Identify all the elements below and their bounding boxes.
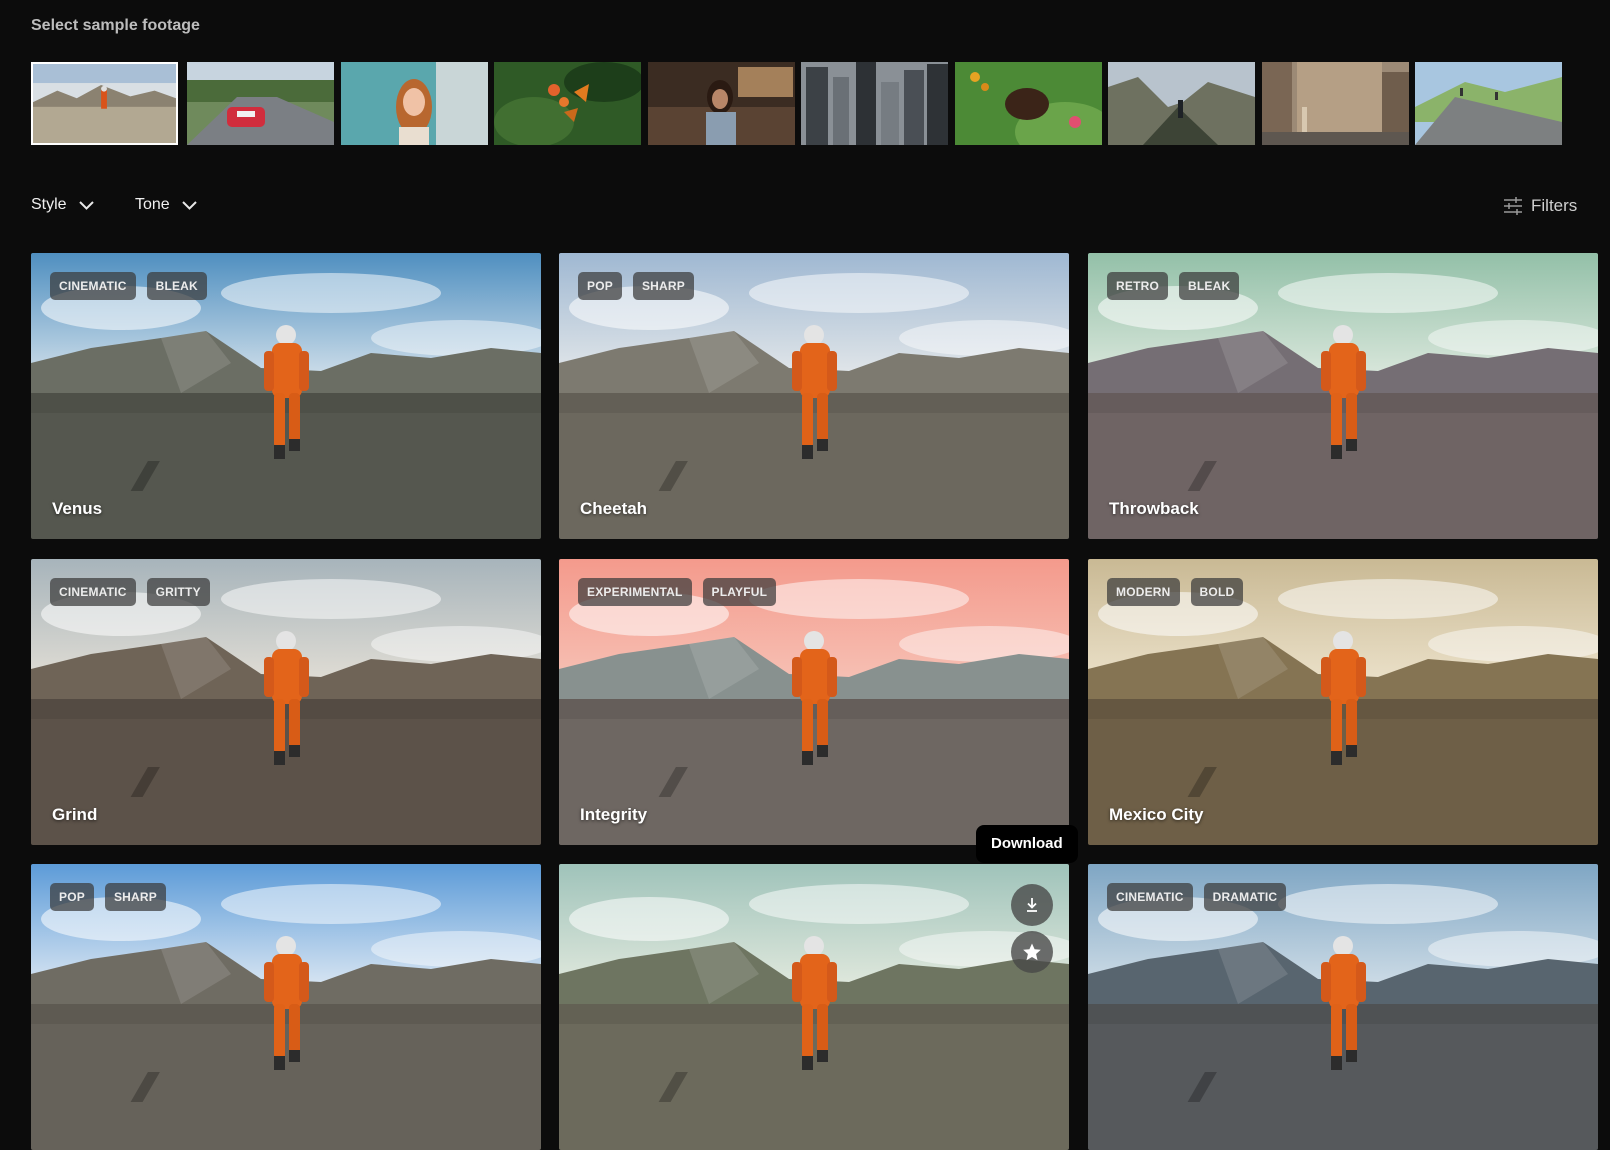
look-preview-image <box>559 864 1069 1150</box>
download-icon <box>1027 898 1037 912</box>
look-tags: RETRO BLEAK <box>1107 272 1240 300</box>
style-tag: POP <box>50 883 94 911</box>
style-tag: PLAYFUL <box>702 578 777 606</box>
footage-thumb-astronaut[interactable] <box>31 62 178 145</box>
look-tags: EXPERIMENTAL PLAYFUL <box>578 578 777 606</box>
footage-thumb-butterfly[interactable] <box>494 62 641 145</box>
style-tag: GRITTY <box>146 578 210 606</box>
download-tooltip: Download <box>976 825 1078 863</box>
look-name: Integrity <box>580 805 648 824</box>
section-title: Select sample footage <box>31 17 200 34</box>
look-card[interactable]: POP SHARP <box>31 864 541 1150</box>
look-tags: CINEMATIC BLEAK <box>50 272 207 300</box>
style-tag: DRAMATIC <box>1203 883 1287 911</box>
style-tag: CINEMATIC <box>50 272 136 300</box>
look-tags: MODERN BOLD <box>1107 578 1244 606</box>
favorite-button[interactable] <box>1011 931 1053 973</box>
footage-thumb-hiker[interactable] <box>1108 62 1255 145</box>
look-name: Venus <box>52 499 103 518</box>
style-tag: MODERN <box>1107 578 1180 606</box>
chevron-down-icon <box>181 200 197 210</box>
footage-thumb-woman-grass[interactable] <box>955 62 1102 145</box>
look-card[interactable]: CINEMATIC GRITTY Grind <box>31 559 541 845</box>
footage-thumb-city[interactable] <box>801 62 948 145</box>
style-tag: SHARP <box>104 883 166 911</box>
sliders-icon <box>1504 197 1522 215</box>
footage-strip <box>31 62 1598 145</box>
footage-thumb-road[interactable] <box>1415 62 1562 145</box>
style-tag: RETRO <box>1107 272 1168 300</box>
footage-thumb-street[interactable] <box>1262 62 1409 145</box>
look-tags: CINEMATIC GRITTY <box>50 578 210 606</box>
filters-button[interactable]: Filters <box>1503 196 1577 216</box>
style-tag: EXPERIMENTAL <box>578 578 692 606</box>
look-name: Mexico City <box>1109 805 1204 824</box>
tone-dropdown[interactable]: Tone <box>135 196 197 214</box>
filters-label: Filters <box>1531 196 1578 215</box>
tone-label: Tone <box>135 196 170 213</box>
style-tag: BLEAK <box>146 272 207 300</box>
style-tag: CINEMATIC <box>50 578 136 606</box>
style-tag: BLEAK <box>1179 272 1240 300</box>
style-tag: POP <box>578 272 622 300</box>
chevron-down-icon <box>78 200 94 210</box>
look-tags: CINEMATIC DRAMATIC <box>1107 883 1287 911</box>
footage-thumb-car[interactable] <box>187 62 334 145</box>
look-name: Throwback <box>1109 499 1199 518</box>
style-tag: BOLD <box>1190 578 1244 606</box>
footage-thumb-woman-cafe[interactable] <box>648 62 795 145</box>
style-dropdown[interactable]: Style <box>31 196 94 214</box>
style-label: Style <box>31 196 67 213</box>
style-tag: SHARP <box>632 272 694 300</box>
look-name: Grind <box>52 805 98 824</box>
look-name: Cheetah <box>580 499 648 518</box>
look-card[interactable]: CINEMATIC DRAMATIC <box>1088 864 1598 1150</box>
look-card[interactable]: POP SHARP Cheetah <box>559 253 1069 539</box>
look-card[interactable] <box>559 864 1069 1150</box>
look-card[interactable]: EXPERIMENTAL PLAYFUL Integrity <box>559 559 1069 845</box>
footage-thumb-woman-portrait[interactable] <box>341 62 488 145</box>
look-tags: POP SHARP <box>50 883 166 911</box>
look-card[interactable]: RETRO BLEAK Throwback <box>1088 253 1598 539</box>
style-tag: CINEMATIC <box>1107 883 1193 911</box>
look-card[interactable]: MODERN BOLD Mexico City <box>1088 559 1598 845</box>
look-tags: POP SHARP <box>578 272 694 300</box>
look-card[interactable]: CINEMATIC BLEAK Venus <box>31 253 541 539</box>
star-icon <box>1023 943 1041 961</box>
download-button[interactable] <box>1011 884 1053 926</box>
